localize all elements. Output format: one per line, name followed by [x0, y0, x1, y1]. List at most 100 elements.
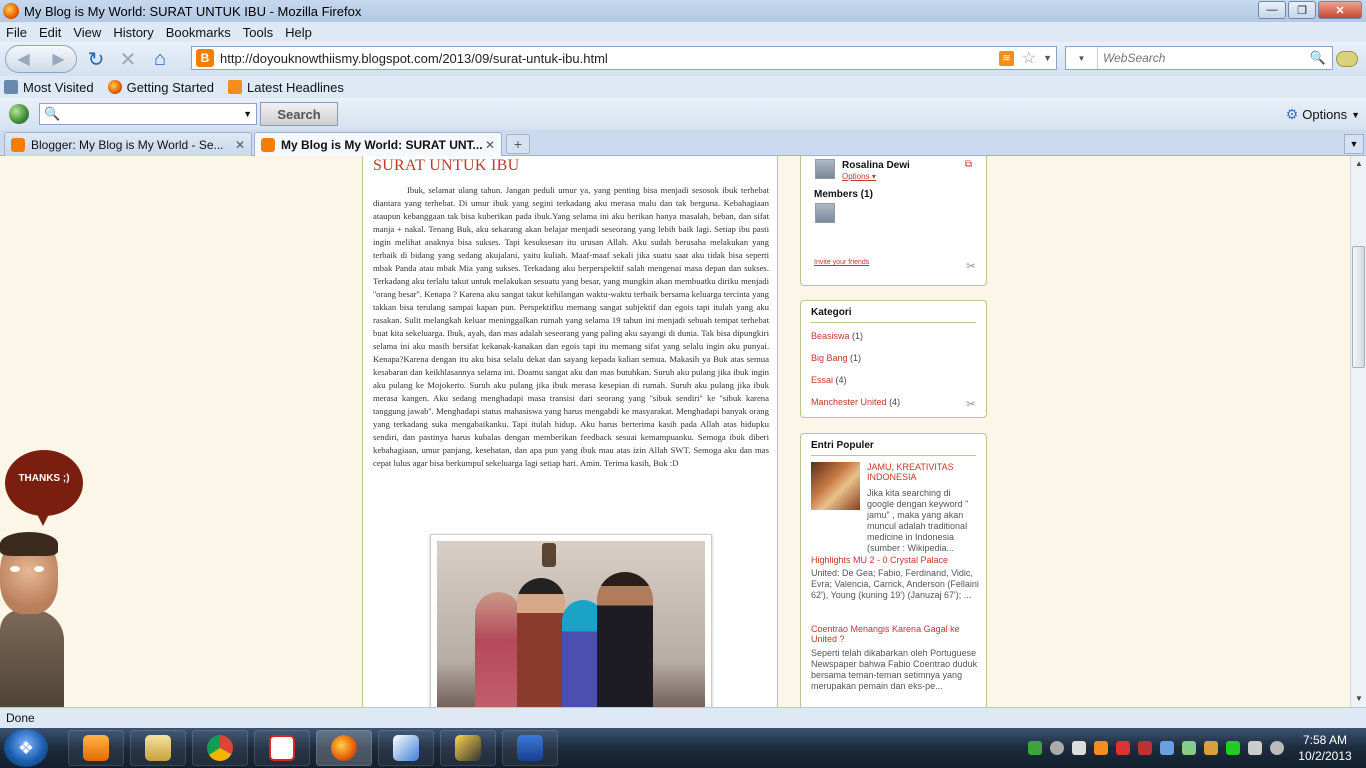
forward-arrow-icon[interactable]: ▶ — [52, 49, 64, 69]
tray-icon[interactable] — [1116, 741, 1130, 755]
tray-icon[interactable] — [1182, 741, 1196, 755]
url-text[interactable]: http://doyouknowthiismy.blogspot.com/201… — [220, 51, 608, 66]
most-visited-icon — [4, 80, 18, 94]
post-title[interactable]: SURAT UNTUK IBU — [373, 157, 519, 175]
bookmark-most-visited[interactable]: Most Visited — [4, 80, 94, 95]
scrollbar-thumb[interactable] — [1352, 246, 1365, 368]
minimize-button[interactable]: — — [1258, 1, 1286, 19]
start-button[interactable]: ❖ — [4, 729, 48, 767]
rss-feed-icon[interactable]: ≋ — [999, 50, 1014, 66]
invite-friends-link[interactable]: Invite your friends — [814, 259, 869, 266]
person — [517, 578, 565, 707]
person — [597, 572, 653, 707]
scroll-up-icon[interactable]: ▲ — [1351, 156, 1366, 172]
search-icon: 🔍 — [44, 106, 61, 121]
tray-icon[interactable] — [1028, 741, 1042, 755]
taskbar-explorer[interactable] — [130, 730, 186, 766]
search-engine-dropdown-icon[interactable]: ▼ — [1066, 47, 1098, 69]
thanks-speech-bubble: THANKS ;) — [5, 450, 83, 526]
taskbar-editor[interactable] — [378, 730, 434, 766]
mr-bean-image — [0, 530, 70, 707]
edit-widget-icon[interactable]: ✂ — [966, 397, 976, 411]
status-bar: Done — [0, 707, 1366, 728]
volume-icon[interactable] — [1270, 741, 1284, 755]
tray-icon[interactable] — [1204, 741, 1218, 755]
menu-tools[interactable]: Tools — [243, 25, 273, 40]
menu-bookmarks[interactable]: Bookmarks — [166, 25, 231, 40]
taskbar-app[interactable] — [254, 730, 310, 766]
dropdown-icon[interactable]: ▼ — [243, 109, 252, 119]
jamu-thumbnail[interactable] — [811, 462, 860, 510]
close-window-button[interactable]: ✕ — [1318, 1, 1362, 19]
action-center-icon[interactable] — [1248, 741, 1262, 755]
blogger-icon — [11, 137, 25, 152]
reload-icon[interactable]: ↻ — [83, 46, 109, 72]
close-tab-icon[interactable]: ✕ — [235, 138, 245, 152]
list-all-tabs-icon[interactable]: ▼ — [1344, 134, 1364, 154]
search-icon[interactable]: 🔍 — [1310, 50, 1326, 66]
menu-help[interactable]: Help — [285, 25, 312, 40]
url-bar[interactable]: B http://doyouknowthiismy.blogspot.com/2… — [191, 46, 1057, 70]
taskbar-firefox[interactable] — [316, 730, 372, 766]
taskbar-tool[interactable] — [440, 730, 496, 766]
system-tray: 7:58 AM 10/2/2013 — [1028, 728, 1366, 768]
page-content: THANKS ;) SURAT UNTUK IBU Ibuk, selamat … — [0, 156, 1350, 707]
menu-view[interactable]: View — [73, 25, 101, 40]
media-player-icon — [83, 735, 109, 761]
rss-icon — [228, 80, 243, 94]
web-search-box[interactable]: ▼ 🔍 — [1065, 46, 1333, 70]
bluetooth-icon[interactable] — [1160, 741, 1174, 755]
tray-icon[interactable] — [1072, 741, 1086, 755]
stop-icon[interactable]: ✕ — [115, 46, 141, 72]
list-item[interactable]: Essai (4) — [811, 375, 986, 385]
members-widget: Rosalina Dewi Options ▾ ⧉ Members (1) In… — [800, 156, 987, 286]
web-search-input[interactable] — [1103, 51, 1303, 65]
list-item[interactable]: Manchester United (4) — [811, 397, 986, 407]
tray-icon[interactable] — [1094, 741, 1108, 755]
back-arrow-icon[interactable]: ◀ — [17, 49, 29, 69]
avatar[interactable] — [815, 159, 835, 179]
popular-post-link[interactable]: Coentrao Menangis Karena Gagal ke United… — [811, 624, 979, 644]
globe-icon[interactable] — [9, 104, 29, 124]
tab-blogger[interactable]: Blogger: My Blog is My World - Se... ✕ — [4, 132, 252, 156]
popular-post-link[interactable]: JAMU, KREATIVITAS INDONESIA — [867, 462, 979, 482]
tray-icon[interactable] — [1138, 741, 1152, 755]
url-dropdown-icon[interactable]: ▼ — [1043, 53, 1052, 63]
taskbar-media-player[interactable] — [68, 730, 124, 766]
list-item[interactable]: Beasiswa (1) — [811, 331, 986, 341]
close-tab-icon[interactable]: ✕ — [485, 138, 495, 152]
entri-populer-widget: Entri Populer JAMU, KREATIVITAS INDONESI… — [800, 433, 987, 707]
search-toolbar: 🔍 ▼ Search ⚙ Options ▼ — [0, 98, 1366, 130]
tray-icon[interactable] — [1050, 741, 1064, 755]
member-avatar[interactable] — [815, 203, 835, 223]
maximize-button[interactable]: ❐ — [1288, 1, 1316, 19]
member-options-link[interactable]: Options ▾ — [842, 172, 876, 181]
popular-post-link[interactable]: Highlights MU 2 - 0 Crystal Palace — [811, 555, 979, 565]
options-label: Options — [1302, 107, 1348, 122]
taskbar-clock[interactable]: 7:58 AM 10/2/2013 — [1292, 732, 1358, 764]
search-button[interactable]: Search — [260, 102, 338, 126]
addon-icon[interactable] — [1336, 51, 1358, 67]
member-name[interactable]: Rosalina Dewi — [842, 160, 910, 171]
menu-edit[interactable]: Edit — [39, 25, 61, 40]
title-bar: My Blog is My World: SURAT UNTUK IBU - M… — [0, 0, 1366, 22]
vertical-scrollbar[interactable]: ▲ ▼ — [1350, 156, 1366, 707]
new-tab-button[interactable]: + — [506, 134, 530, 154]
bookmark-getting-started[interactable]: Getting Started — [107, 80, 214, 95]
family-photo[interactable] — [430, 534, 712, 707]
tab-current-post[interactable]: My Blog is My World: SURAT UNT... ✕ — [254, 132, 502, 157]
edit-widget-icon[interactable]: ✂ — [966, 259, 976, 273]
bookmark-star-icon[interactable]: ☆ — [1022, 48, 1036, 68]
list-item[interactable]: Big Bang (1) — [811, 353, 986, 363]
menu-history[interactable]: History — [113, 25, 153, 40]
toolbar-search-box[interactable]: 🔍 ▼ — [39, 103, 257, 125]
tray-icon[interactable] — [1226, 741, 1240, 755]
bookmark-latest-headlines[interactable]: Latest Headlines — [228, 80, 344, 95]
taskbar-word[interactable] — [502, 730, 558, 766]
options-button[interactable]: ⚙ Options ▼ — [1286, 106, 1360, 123]
taskbar-chrome[interactable] — [192, 730, 248, 766]
menu-file[interactable]: File — [6, 25, 27, 40]
popout-icon[interactable]: ⧉ — [965, 159, 972, 170]
home-icon[interactable]: ⌂ — [147, 46, 173, 72]
scroll-down-icon[interactable]: ▼ — [1351, 691, 1366, 707]
